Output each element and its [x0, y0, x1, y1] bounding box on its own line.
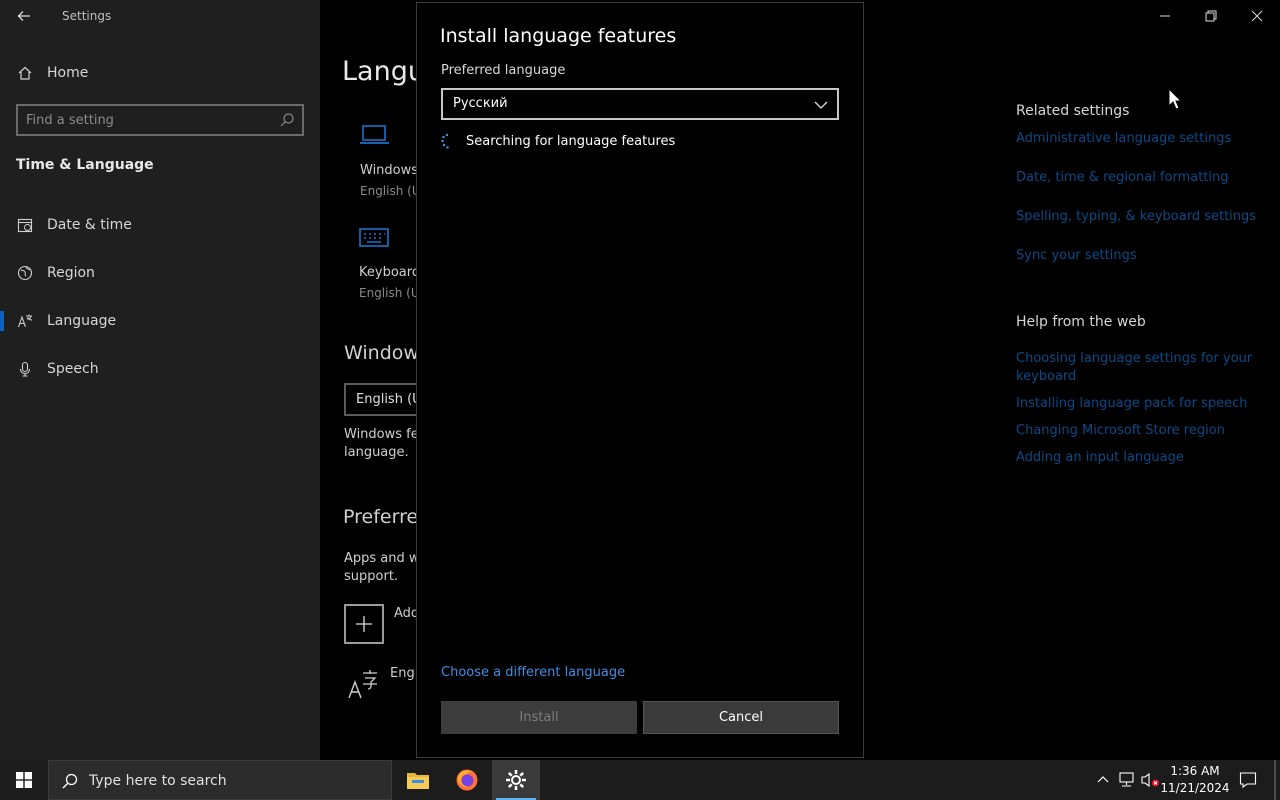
back-arrow-icon: [17, 11, 30, 21]
related-settings-heading: Related settings: [1016, 103, 1130, 119]
start-button[interactable]: [0, 760, 48, 800]
windows-display-select-value: English (U: [356, 392, 422, 407]
sidebar-item-home[interactable]: Home: [0, 53, 320, 93]
preferred-heading: Preferre: [343, 506, 419, 528]
close-icon: [1251, 10, 1263, 22]
help-link-store-region[interactable]: Changing Microsoft Store region: [1016, 422, 1256, 440]
calendar-icon: [16, 216, 34, 234]
related-link-admin-language[interactable]: Administrative language settings: [1016, 130, 1256, 148]
action-center-button[interactable]: [1236, 760, 1260, 800]
dialog-title: Install language features: [440, 25, 677, 47]
windows-logo-icon: [16, 772, 32, 788]
close-button[interactable]: [1234, 0, 1280, 32]
taskbar-search-input[interactable]: [89, 771, 379, 791]
home-icon: [16, 64, 34, 82]
windows-display-select[interactable]: English (U: [344, 383, 424, 416]
preferred-language-label: Preferred language: [441, 63, 566, 78]
back-button[interactable]: [10, 4, 38, 28]
taskbar: 1:36 AM 11/21/2024: [0, 760, 1280, 800]
taskbar-clock[interactable]: 1:36 AM 11/21/2024: [1160, 763, 1230, 797]
windows-desc-line1: Windows fe: [344, 427, 419, 442]
show-hidden-icons-button[interactable]: [1092, 760, 1114, 800]
monitor-icon: [360, 124, 390, 152]
clock-date: 11/21/2024: [1160, 781, 1230, 795]
taskbar-firefox[interactable]: [443, 760, 491, 800]
app-title: Settings: [62, 9, 112, 23]
taskbar-settings[interactable]: [492, 760, 540, 800]
windows-display-heading: Window: [344, 342, 419, 364]
section-title: Time & Language: [16, 157, 154, 173]
help-link-speech-pack[interactable]: Installing language pack for speech: [1016, 395, 1256, 413]
sidebar-item-label: Language: [47, 313, 117, 329]
show-desktop-button[interactable]: [1274, 760, 1276, 800]
sidebar-item-speech[interactable]: Speech: [0, 349, 320, 389]
restore-button[interactable]: [1188, 0, 1234, 32]
keyboard-sub: English (U: [359, 286, 420, 300]
choose-different-language-link[interactable]: Choose a different language: [441, 665, 625, 680]
minimize-icon: [1160, 15, 1170, 17]
microphone-icon: [16, 360, 34, 378]
loading-spinner-icon: [440, 133, 454, 151]
page-title: Langu: [342, 56, 425, 87]
windows-desc-line2: language.: [344, 445, 409, 460]
add-language-button[interactable]: [344, 604, 384, 644]
language-list-item[interactable]: Engl: [390, 666, 418, 681]
preferred-language-dropdown[interactable]: Русский: [441, 88, 839, 120]
preferred-desc-line2: support.: [344, 569, 399, 584]
chevron-down-icon: [813, 97, 829, 113]
folder-icon: [407, 773, 429, 789]
install-button[interactable]: Install: [441, 701, 637, 734]
keyboard-icon: [359, 228, 389, 252]
chevron-up-icon: [1097, 776, 1109, 783]
screen: Settings Home Time & Language Date & tim…: [0, 0, 1280, 800]
sidebar-item-label: Region: [47, 265, 95, 281]
related-link-date-time-format[interactable]: Date, time & regional formatting: [1016, 169, 1256, 187]
clock-time: 1:36 AM: [1170, 764, 1220, 778]
globe-icon: [16, 264, 34, 282]
related-link-sync-settings[interactable]: Sync your settings: [1016, 247, 1256, 265]
language-glyph-icon: [347, 668, 379, 704]
find-setting-input[interactable]: [26, 110, 276, 130]
windows-display-label[interactable]: Windows: [360, 163, 418, 178]
sidebar-item-label: Home: [47, 65, 89, 81]
firefox-icon: [456, 769, 478, 791]
help-link-input-language[interactable]: Adding an input language: [1016, 449, 1256, 467]
sidebar-item-region[interactable]: Region: [0, 253, 320, 293]
status-text: Searching for language features: [466, 134, 676, 149]
restore-icon: [1205, 10, 1217, 22]
taskbar-file-explorer[interactable]: [394, 760, 442, 800]
plus-icon: [356, 616, 372, 632]
install-language-dialog: Install language features Preferred lang…: [416, 2, 864, 758]
sidebar-item-date-time[interactable]: Date & time: [0, 205, 320, 245]
selected-language: Русский: [453, 96, 508, 111]
search-icon: [61, 772, 79, 790]
volume-tray-button[interactable]: [1140, 760, 1162, 800]
sidebar-item-label: Speech: [47, 361, 99, 377]
network-tray-button[interactable]: [1116, 760, 1138, 800]
minimize-button[interactable]: [1142, 0, 1188, 32]
notification-icon: [1239, 772, 1257, 789]
mouse-cursor-icon: [1168, 88, 1182, 110]
keyboard-label[interactable]: Keyboard: [359, 265, 420, 280]
network-icon: [1119, 772, 1134, 787]
find-setting-search[interactable]: [16, 104, 304, 136]
sidebar-item-label: Date & time: [47, 217, 132, 233]
search-icon: [278, 111, 296, 129]
gear-icon: [506, 770, 526, 790]
sidebar: Settings Home Time & Language Date & tim…: [0, 0, 320, 760]
cancel-button[interactable]: Cancel: [643, 701, 839, 734]
related-link-spelling-typing[interactable]: Spelling, typing, & keyboard settings: [1016, 208, 1266, 226]
taskbar-search[interactable]: [48, 760, 392, 800]
preferred-desc-line1: Apps and w: [344, 551, 420, 566]
help-link-keyboard-language[interactable]: Choosing language settings for your keyb…: [1016, 350, 1256, 386]
windows-display-sub: English (U: [360, 184, 421, 198]
sidebar-item-language[interactable]: Language: [0, 301, 320, 341]
help-web-heading: Help from the web: [1016, 314, 1146, 330]
volume-muted-icon: [1141, 772, 1159, 788]
language-icon: [16, 312, 34, 330]
